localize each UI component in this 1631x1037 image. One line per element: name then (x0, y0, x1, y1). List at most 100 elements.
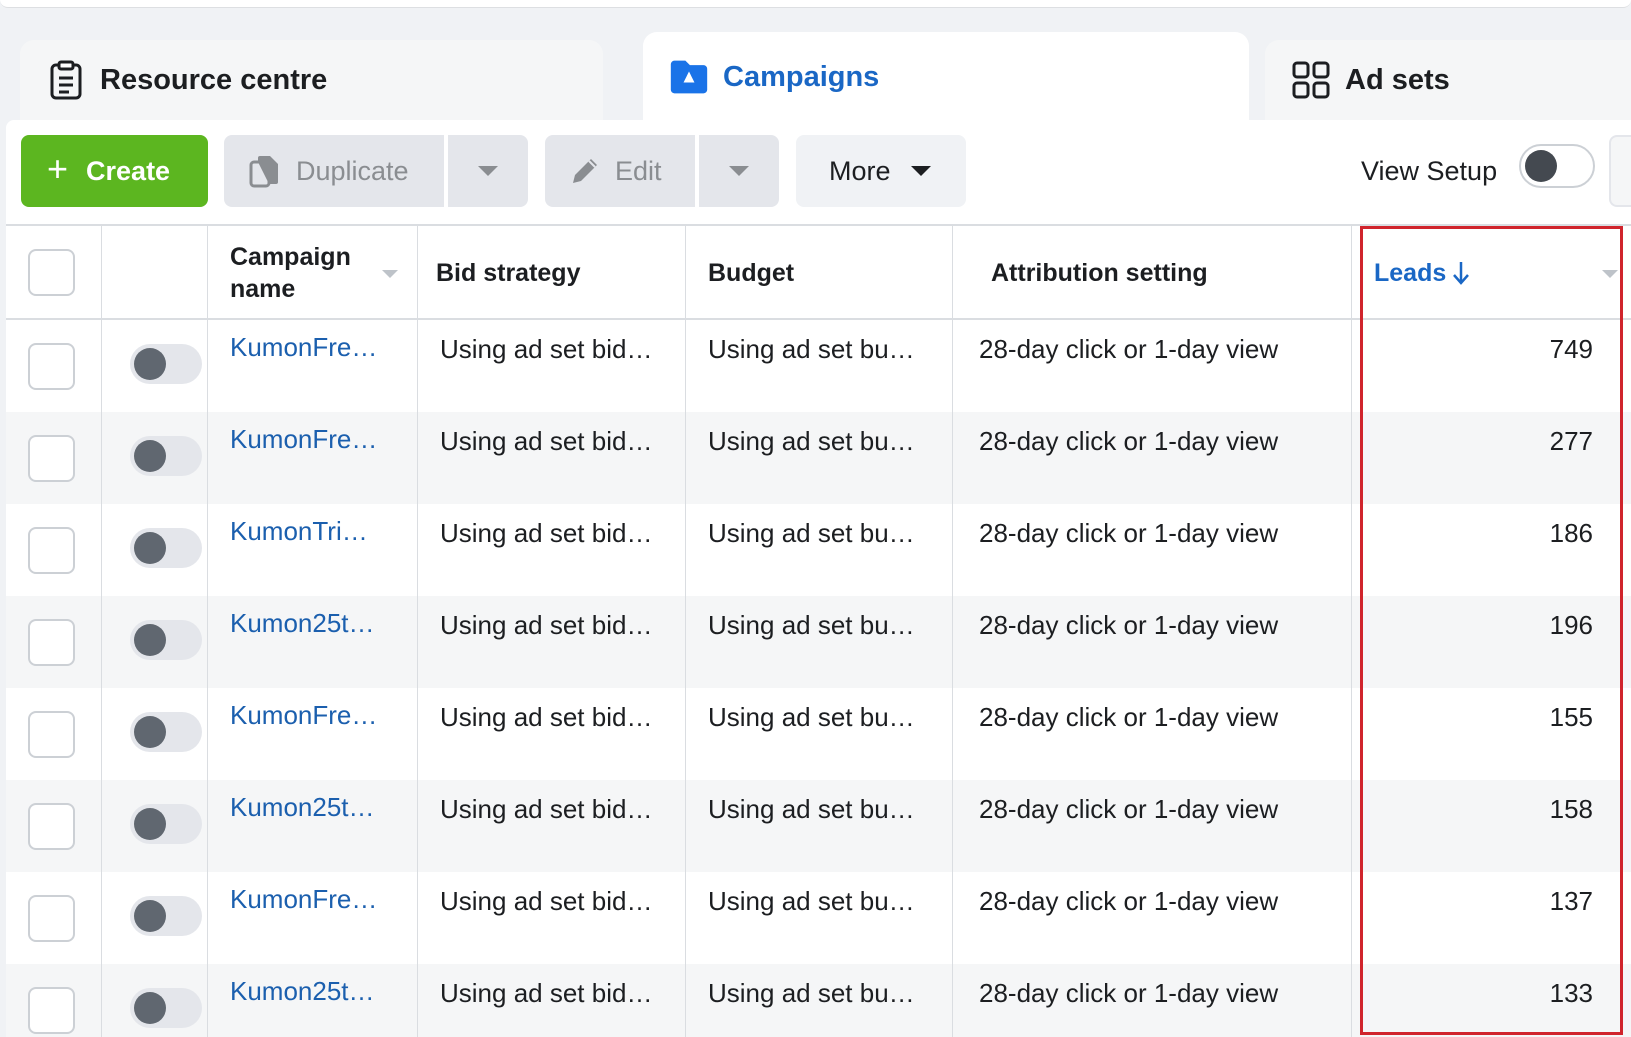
attribution-value: 28-day click or 1-day view (979, 426, 1279, 456)
budget-value: Using ad set bu… (708, 978, 915, 1008)
budget-cell: Using ad set bu… (686, 504, 953, 596)
header-budget[interactable]: Budget (686, 226, 953, 320)
create-button[interactable]: + Create (21, 135, 208, 207)
campaign-status-toggle[interactable] (130, 712, 202, 752)
campaign-status-toggle[interactable] (130, 528, 202, 568)
row-toggle-cell (102, 320, 208, 412)
campaigns-panel: + Create Duplicate Edit More View Setup (6, 120, 1631, 1037)
header-campaign-name[interactable]: Campaign name (208, 226, 418, 320)
table-row[interactable]: KumonFre… Using ad set bid… Using ad set… (6, 872, 1631, 964)
table-header-row: Campaign name Bid strategy Budget Attrib… (6, 224, 1631, 320)
leads-cell: 155 (1352, 688, 1631, 780)
bid-strategy-cell: Using ad set bid… (418, 320, 686, 412)
campaign-name-link[interactable]: KumonFre… (230, 700, 380, 731)
row-checkbox[interactable] (28, 527, 75, 574)
campaign-name-link[interactable]: KumonFre… (230, 332, 380, 363)
campaign-name-link[interactable]: Kumon25t… (230, 976, 380, 1007)
budget-value: Using ad set bu… (708, 794, 915, 824)
budget-cell: Using ad set bu… (686, 780, 953, 872)
clipboard-icon (46, 60, 86, 100)
table-row[interactable]: Kumon25t… Using ad set bid… Using ad set… (6, 964, 1631, 1037)
row-checkbox[interactable] (28, 987, 75, 1034)
attribution-value: 28-day click or 1-day view (979, 886, 1279, 916)
toggle-knob (134, 440, 166, 472)
plus-icon: + (47, 148, 69, 189)
duplicate-dropdown-button[interactable] (448, 135, 528, 207)
table-row[interactable]: KumonFre… Using ad set bid… Using ad set… (6, 320, 1631, 412)
toggle-knob (134, 716, 166, 748)
chevron-down-icon[interactable] (1602, 270, 1618, 278)
header-leads[interactable]: Leads (1352, 226, 1631, 320)
chevron-down-icon (478, 166, 498, 176)
tab-ad-sets[interactable]: Ad sets (1265, 40, 1631, 120)
header-label: Attribution setting (991, 258, 1208, 287)
header-attribution-setting[interactable]: Attribution setting (953, 226, 1352, 320)
row-checkbox[interactable] (28, 435, 75, 482)
attribution-cell: 28-day click or 1-day view (953, 780, 1352, 872)
campaign-name-cell: KumonFre… (208, 320, 418, 412)
row-select-cell (6, 688, 102, 780)
more-label: More (829, 155, 891, 186)
campaign-status-toggle[interactable] (130, 988, 202, 1028)
row-checkbox[interactable] (28, 343, 75, 390)
duplicate-button[interactable]: Duplicate (224, 135, 444, 207)
edit-dropdown-button[interactable] (699, 135, 779, 207)
attribution-cell: 28-day click or 1-day view (953, 412, 1352, 504)
row-checkbox[interactable] (28, 803, 75, 850)
toggle-knob (134, 624, 166, 656)
bid-strategy-cell: Using ad set bid… (418, 504, 686, 596)
campaign-status-toggle[interactable] (130, 344, 202, 384)
leads-header-label: Leads (1374, 259, 1470, 288)
leads-cell: 186 (1352, 504, 1631, 596)
budget-cell: Using ad set bu… (686, 964, 953, 1037)
leads-value: 277 (1549, 426, 1593, 456)
attribution-cell: 28-day click or 1-day view (953, 504, 1352, 596)
bid-strategy-value: Using ad set bid… (440, 334, 653, 364)
top-bar (0, 0, 1631, 8)
create-label: Create (86, 155, 171, 186)
edit-button[interactable]: Edit (545, 135, 695, 207)
row-select-cell (6, 596, 102, 688)
leads-cell: 196 (1352, 596, 1631, 688)
more-button[interactable]: More (796, 135, 966, 207)
attribution-value: 28-day click or 1-day view (979, 702, 1279, 732)
leads-cell: 137 (1352, 872, 1631, 964)
bid-strategy-value: Using ad set bid… (440, 610, 653, 640)
view-setup-toggle[interactable] (1519, 144, 1595, 188)
row-select-cell (6, 872, 102, 964)
row-checkbox[interactable] (28, 895, 75, 942)
campaign-status-toggle[interactable] (130, 620, 202, 660)
campaign-name-link[interactable]: Kumon25t… (230, 792, 380, 823)
table-row[interactable]: Kumon25t… Using ad set bid… Using ad set… (6, 780, 1631, 872)
duplicate-icon (248, 154, 282, 188)
bid-strategy-value: Using ad set bid… (440, 794, 653, 824)
campaign-status-toggle[interactable] (130, 436, 202, 476)
table-row[interactable]: KumonFre… Using ad set bid… Using ad set… (6, 688, 1631, 780)
table-row[interactable]: Kumon25t… Using ad set bid… Using ad set… (6, 596, 1631, 688)
select-all-checkbox[interactable] (28, 249, 75, 296)
toggle-knob (134, 992, 166, 1024)
budget-value: Using ad set bu… (708, 702, 915, 732)
campaign-name-link[interactable]: KumonTri… (230, 516, 380, 547)
campaign-name-link[interactable]: KumonFre… (230, 884, 380, 915)
bid-strategy-value: Using ad set bid… (440, 702, 653, 732)
campaign-status-toggle[interactable] (130, 804, 202, 844)
row-checkbox[interactable] (28, 711, 75, 758)
campaign-status-toggle[interactable] (130, 896, 202, 936)
tab-campaigns[interactable]: Campaigns (643, 32, 1249, 122)
header-toggle-cell (102, 226, 208, 320)
toggle-knob (134, 808, 166, 840)
header-bid-strategy[interactable]: Bid strategy (418, 226, 686, 320)
table-row[interactable]: KumonFre… Using ad set bid… Using ad set… (6, 412, 1631, 504)
campaign-folder-icon (669, 57, 709, 97)
chevron-down-icon[interactable] (382, 270, 398, 278)
table-row[interactable]: KumonTri… Using ad set bid… Using ad set… (6, 504, 1631, 596)
row-checkbox[interactable] (28, 619, 75, 666)
budget-cell: Using ad set bu… (686, 688, 953, 780)
leads-cell: 749 (1352, 320, 1631, 412)
campaign-name-link[interactable]: Kumon25t… (230, 608, 380, 639)
toolbar-overflow-button[interactable] (1609, 135, 1631, 207)
tab-resource-centre[interactable]: Resource centre (20, 40, 603, 120)
campaign-name-link[interactable]: KumonFre… (230, 424, 380, 455)
leads-value: 137 (1549, 886, 1593, 916)
